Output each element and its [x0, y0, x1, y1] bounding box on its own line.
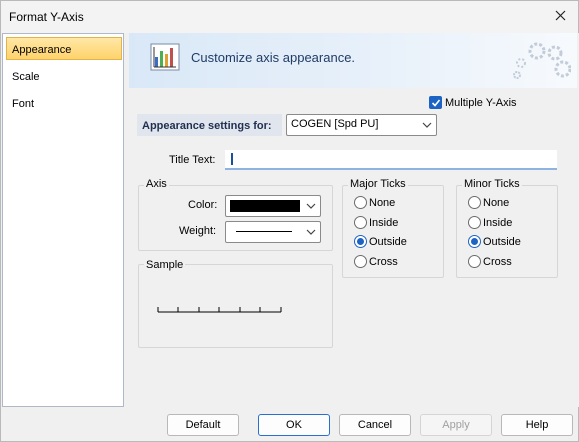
major-ticks-outside-label: Outside — [369, 236, 407, 248]
banner-text: Customize axis appearance. — [191, 50, 356, 65]
chart-icon — [150, 43, 180, 71]
header-banner: Customize axis appearance. — [129, 33, 577, 88]
help-button[interactable]: Help — [501, 414, 573, 436]
nav-item-font[interactable]: Font — [6, 91, 122, 114]
minor-ticks-outside-label: Outside — [483, 236, 521, 248]
content-panel: Customize axis appearance. Multiple Y-Ax… — [127, 33, 579, 407]
appearance-settings-select[interactable]: COGEN [Spd PU] — [286, 114, 437, 136]
minor-ticks-inside-radio[interactable] — [468, 216, 481, 229]
major-ticks-cross-radio[interactable] — [354, 255, 367, 268]
axis-weight-label: Weight: — [179, 225, 217, 237]
color-swatch — [230, 200, 300, 212]
minor-ticks-inside-label: Inside — [483, 217, 513, 229]
major-ticks-label: Major Ticks — [348, 178, 408, 190]
nav-item-label: Scale — [12, 71, 40, 83]
format-y-axis-dialog: Format Y-Axis Appearance Scale Font Cust… — [0, 0, 579, 442]
apply-button[interactable]: Apply — [420, 414, 492, 436]
text-caret — [231, 153, 233, 165]
chevron-down-icon — [306, 203, 316, 209]
axis-color-select[interactable] — [225, 195, 321, 217]
appearance-settings-value: COGEN [Spd PU] — [291, 118, 379, 130]
default-button[interactable]: Default — [167, 414, 239, 436]
appearance-settings-label: Appearance settings for: — [142, 120, 272, 132]
title-text-label: Title Text: — [169, 154, 216, 166]
close-icon — [555, 10, 565, 21]
chevron-down-icon — [422, 122, 432, 128]
window-title: Format Y-Axis — [9, 10, 84, 24]
minor-ticks-cross-label: Cross — [483, 256, 512, 268]
button-bar: Default OK Cancel Apply Help — [1, 407, 578, 441]
minor-ticks-none-radio[interactable] — [468, 196, 481, 209]
minor-ticks-cross-radio[interactable] — [468, 255, 481, 268]
axis-color-label: Color: — [188, 199, 218, 211]
close-button[interactable] — [548, 5, 572, 27]
chevron-down-icon — [306, 229, 316, 235]
major-ticks-inside-label: Inside — [369, 217, 399, 229]
major-ticks-inside-radio[interactable] — [354, 216, 367, 229]
ok-button[interactable]: OK — [258, 414, 330, 436]
weight-line-preview — [236, 231, 292, 232]
axis-group-label: Axis — [144, 178, 169, 190]
checkmark-icon — [431, 99, 441, 107]
nav-item-scale[interactable]: Scale — [6, 64, 122, 87]
axis-weight-select[interactable] — [225, 221, 321, 243]
gears-icon — [513, 42, 571, 79]
nav-panel: Appearance Scale Font — [2, 33, 124, 407]
nav-item-appearance[interactable]: Appearance — [6, 37, 122, 60]
cancel-button[interactable]: Cancel — [339, 414, 411, 436]
major-ticks-cross-label: Cross — [369, 256, 398, 268]
major-ticks-outside-radio[interactable] — [354, 235, 367, 248]
minor-ticks-outside-radio[interactable] — [468, 235, 481, 248]
nav-item-label: Appearance — [12, 44, 72, 56]
minor-ticks-none-label: None — [483, 197, 510, 209]
multiple-y-axis-checkbox[interactable] — [429, 96, 442, 109]
sample-axis-preview — [157, 307, 282, 313]
title-bar: Format Y-Axis — [1, 1, 578, 33]
minor-ticks-label: Minor Ticks — [462, 178, 522, 190]
major-ticks-none-label: None — [369, 197, 396, 209]
nav-item-label: Font — [12, 98, 35, 110]
multiple-y-axis-label: Multiple Y-Axis — [445, 97, 517, 109]
sample-group-label: Sample — [144, 259, 186, 271]
major-ticks-none-radio[interactable] — [354, 196, 367, 209]
title-text-input[interactable] — [225, 150, 557, 170]
